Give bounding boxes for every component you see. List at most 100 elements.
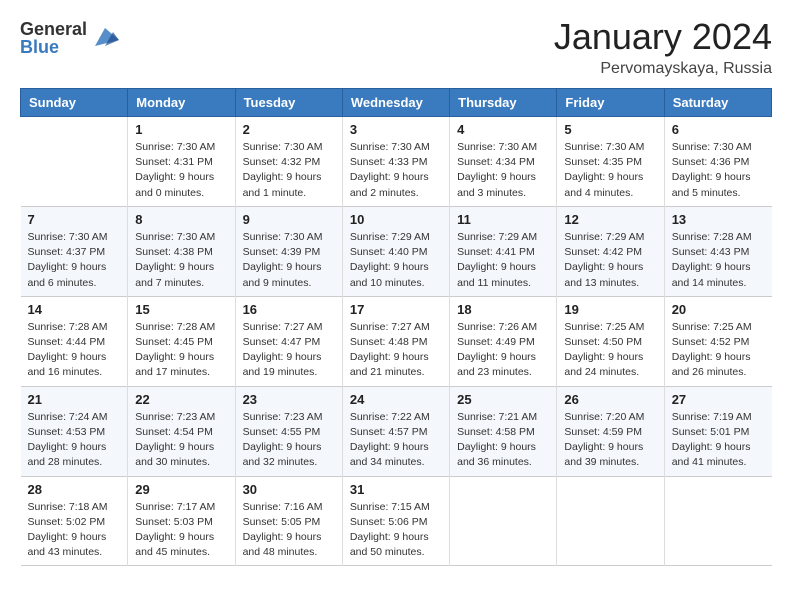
cell-info: Sunrise: 7:22 AM Sunset: 4:57 PM Dayligh… (350, 410, 442, 471)
day-number: 8 (135, 212, 227, 227)
day-number: 10 (350, 212, 442, 227)
page: General Blue January 2024 Pervomayskaya,… (0, 0, 792, 612)
cell-info: Sunrise: 7:24 AM Sunset: 4:53 PM Dayligh… (28, 410, 121, 471)
calendar-cell: 31Sunrise: 7:15 AM Sunset: 5:06 PM Dayli… (342, 476, 449, 566)
logo: General Blue (20, 20, 119, 56)
day-number: 15 (135, 302, 227, 317)
day-number: 29 (135, 482, 227, 497)
calendar-cell: 10 Sunrise: 7:29 AM Sunset: 4:40 PM Dayli… (342, 206, 449, 296)
week-row: 1 Sunrise: 7:30 AM Sunset: 4:31 PM Daylig… (21, 117, 772, 207)
cell-info: Sunrise: 7:29 AM Sunset: 4:40 PM Dayligh… (350, 230, 442, 291)
title-block: January 2024 Pervomayskaya, Russia (554, 16, 772, 78)
cell-info: Sunrise: 7:30 AM Sunset: 4:31 PM Dayligh… (135, 140, 227, 201)
calendar-cell: 13 Sunrise: 7:28 AM Sunset: 4:43 PM Dayli… (664, 206, 771, 296)
header-day: Thursday (450, 89, 557, 117)
cell-info: Sunrise: 7:29 AM Sunset: 4:42 PM Dayligh… (564, 230, 656, 291)
day-number: 24 (350, 392, 442, 407)
cell-info: Sunrise: 7:16 AM Sunset: 5:05 PM Dayligh… (243, 500, 335, 561)
calendar-cell: 19Sunrise: 7:25 AM Sunset: 4:50 PM Dayli… (557, 296, 664, 386)
day-number: 16 (243, 302, 335, 317)
day-number: 30 (243, 482, 335, 497)
calendar-cell (21, 117, 128, 207)
header-day: Saturday (664, 89, 771, 117)
calendar-cell: 27Sunrise: 7:19 AM Sunset: 5:01 PM Dayli… (664, 386, 771, 476)
calendar-cell: 26 Sunrise: 7:20 AM Sunset: 4:59 PM Dayli… (557, 386, 664, 476)
month-title: January 2024 (554, 16, 772, 58)
cell-info: Sunrise: 7:20 AM Sunset: 4:59 PM Dayligh… (564, 410, 656, 471)
header-day: Friday (557, 89, 664, 117)
cell-info: Sunrise: 7:25 AM Sunset: 4:52 PM Dayligh… (672, 320, 765, 381)
cell-info: Sunrise: 7:30 AM Sunset: 4:34 PM Dayligh… (457, 140, 549, 201)
cell-info: Sunrise: 7:26 AM Sunset: 4:49 PM Dayligh… (457, 320, 549, 381)
calendar-cell: 4 Sunrise: 7:30 AM Sunset: 4:34 PM Daylig… (450, 117, 557, 207)
header-row: SundayMondayTuesdayWednesdayThursdayFrid… (21, 89, 772, 117)
calendar-cell: 8 Sunrise: 7:30 AM Sunset: 4:38 PM Daylig… (128, 206, 235, 296)
day-number: 26 (564, 392, 656, 407)
day-number: 25 (457, 392, 549, 407)
day-number: 28 (28, 482, 121, 497)
calendar-table: SundayMondayTuesdayWednesdayThursdayFrid… (20, 88, 772, 566)
day-number: 14 (28, 302, 121, 317)
calendar-cell: 20 Sunrise: 7:25 AM Sunset: 4:52 PM Dayli… (664, 296, 771, 386)
day-number: 17 (350, 302, 442, 317)
day-number: 22 (135, 392, 227, 407)
cell-info: Sunrise: 7:30 AM Sunset: 4:35 PM Dayligh… (564, 140, 656, 201)
day-number: 11 (457, 212, 549, 227)
calendar-cell: 28 Sunrise: 7:18 AM Sunset: 5:02 PM Dayli… (21, 476, 128, 566)
day-number: 7 (28, 212, 121, 227)
calendar-cell: 12 Sunrise: 7:29 AM Sunset: 4:42 PM Dayli… (557, 206, 664, 296)
calendar-cell: 3Sunrise: 7:30 AM Sunset: 4:33 PM Daylig… (342, 117, 449, 207)
calendar-cell (557, 476, 664, 566)
day-number: 5 (564, 122, 656, 137)
header-day: Monday (128, 89, 235, 117)
cell-info: Sunrise: 7:28 AM Sunset: 4:44 PM Dayligh… (28, 320, 121, 381)
cell-info: Sunrise: 7:27 AM Sunset: 4:48 PM Dayligh… (350, 320, 442, 381)
week-row: 14 Sunrise: 7:28 AM Sunset: 4:44 PM Dayli… (21, 296, 772, 386)
day-number: 20 (672, 302, 765, 317)
calendar-cell: 11 Sunrise: 7:29 AM Sunset: 4:41 PM Dayli… (450, 206, 557, 296)
calendar-cell: 5 Sunrise: 7:30 AM Sunset: 4:35 PM Daylig… (557, 117, 664, 207)
cell-info: Sunrise: 7:27 AM Sunset: 4:47 PM Dayligh… (243, 320, 335, 381)
day-number: 4 (457, 122, 549, 137)
calendar-cell: 9Sunrise: 7:30 AM Sunset: 4:39 PM Daylig… (235, 206, 342, 296)
calendar-cell: 7 Sunrise: 7:30 AM Sunset: 4:37 PM Daylig… (21, 206, 128, 296)
calendar-cell: 16 Sunrise: 7:27 AM Sunset: 4:47 PM Dayli… (235, 296, 342, 386)
week-row: 21Sunrise: 7:24 AM Sunset: 4:53 PM Dayli… (21, 386, 772, 476)
cell-info: Sunrise: 7:30 AM Sunset: 4:32 PM Dayligh… (243, 140, 335, 201)
calendar-cell: 30 Sunrise: 7:16 AM Sunset: 5:05 PM Dayli… (235, 476, 342, 566)
cell-info: Sunrise: 7:23 AM Sunset: 4:54 PM Dayligh… (135, 410, 227, 471)
cell-info: Sunrise: 7:28 AM Sunset: 4:43 PM Dayligh… (672, 230, 765, 291)
calendar-cell (664, 476, 771, 566)
cell-info: Sunrise: 7:30 AM Sunset: 4:38 PM Dayligh… (135, 230, 227, 291)
day-number: 13 (672, 212, 765, 227)
week-row: 7 Sunrise: 7:30 AM Sunset: 4:37 PM Daylig… (21, 206, 772, 296)
cell-info: Sunrise: 7:30 AM Sunset: 4:36 PM Dayligh… (672, 140, 765, 201)
cell-info: Sunrise: 7:17 AM Sunset: 5:03 PM Dayligh… (135, 500, 227, 561)
day-number: 12 (564, 212, 656, 227)
day-number: 2 (243, 122, 335, 137)
cell-info: Sunrise: 7:23 AM Sunset: 4:55 PM Dayligh… (243, 410, 335, 471)
logo-icon (91, 22, 119, 50)
cell-info: Sunrise: 7:29 AM Sunset: 4:41 PM Dayligh… (457, 230, 549, 291)
location: Pervomayskaya, Russia (554, 60, 772, 78)
cell-info: Sunrise: 7:18 AM Sunset: 5:02 PM Dayligh… (28, 500, 121, 561)
calendar-cell: 24 Sunrise: 7:22 AM Sunset: 4:57 PM Dayli… (342, 386, 449, 476)
calendar-cell: 15Sunrise: 7:28 AM Sunset: 4:45 PM Dayli… (128, 296, 235, 386)
calendar-cell: 18Sunrise: 7:26 AM Sunset: 4:49 PM Dayli… (450, 296, 557, 386)
cell-info: Sunrise: 7:30 AM Sunset: 4:39 PM Dayligh… (243, 230, 335, 291)
cell-info: Sunrise: 7:21 AM Sunset: 4:58 PM Dayligh… (457, 410, 549, 471)
calendar-cell: 25 Sunrise: 7:21 AM Sunset: 4:58 PM Dayli… (450, 386, 557, 476)
day-number: 6 (672, 122, 765, 137)
day-number: 31 (350, 482, 442, 497)
cell-info: Sunrise: 7:25 AM Sunset: 4:50 PM Dayligh… (564, 320, 656, 381)
day-number: 23 (243, 392, 335, 407)
calendar-cell: 2 Sunrise: 7:30 AM Sunset: 4:32 PM Daylig… (235, 117, 342, 207)
calendar-cell: 21Sunrise: 7:24 AM Sunset: 4:53 PM Dayli… (21, 386, 128, 476)
calendar-cell: 6 Sunrise: 7:30 AM Sunset: 4:36 PM Daylig… (664, 117, 771, 207)
header-day: Tuesday (235, 89, 342, 117)
day-number: 3 (350, 122, 442, 137)
cell-info: Sunrise: 7:19 AM Sunset: 5:01 PM Dayligh… (672, 410, 765, 471)
cell-info: Sunrise: 7:30 AM Sunset: 4:37 PM Dayligh… (28, 230, 121, 291)
calendar-cell: 22 Sunrise: 7:23 AM Sunset: 4:54 PM Dayli… (128, 386, 235, 476)
day-number: 1 (135, 122, 227, 137)
